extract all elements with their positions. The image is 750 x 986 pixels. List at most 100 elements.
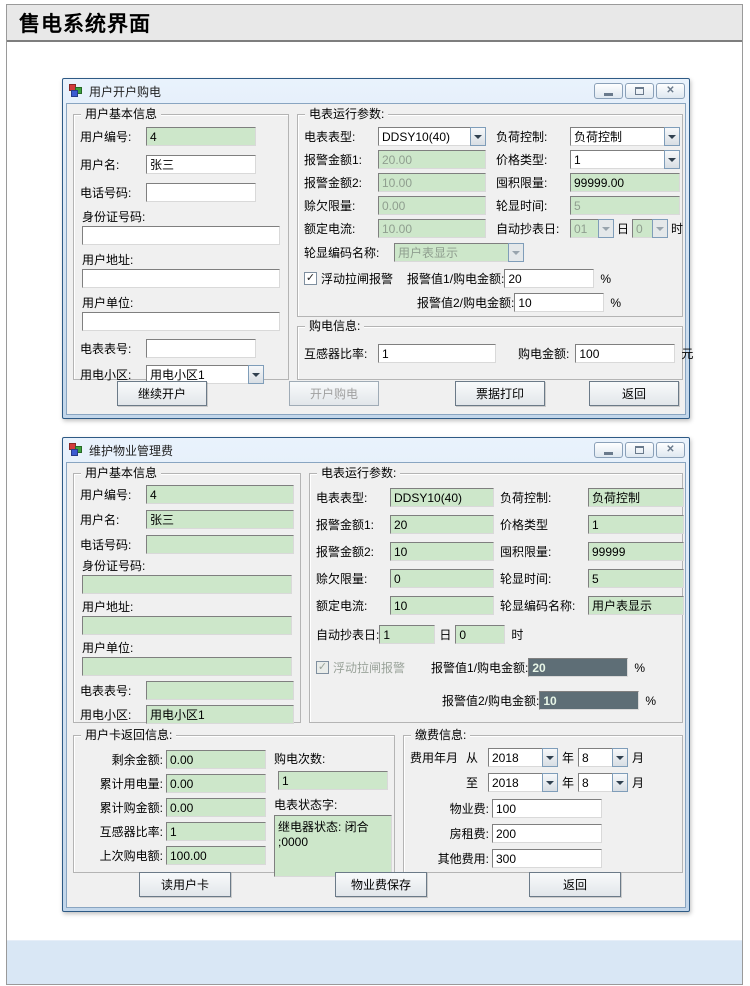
property-fee-input[interactable] — [492, 799, 602, 818]
from-year-value[interactable] — [488, 748, 542, 767]
maximize-button[interactable] — [625, 442, 654, 458]
load-control-value[interactable] — [570, 127, 664, 146]
dropdown-arrow-icon[interactable] — [664, 127, 680, 146]
district-input[interactable] — [146, 705, 294, 724]
cycle-code-value[interactable] — [394, 243, 508, 262]
phone-input[interactable] — [146, 183, 256, 202]
maximize-button[interactable] — [625, 83, 654, 99]
price-type-value[interactable] — [570, 150, 664, 169]
ct-ratio-input[interactable] — [166, 822, 266, 841]
total-amount-input[interactable] — [166, 798, 266, 817]
alarm-ratio1-input[interactable] — [504, 269, 594, 288]
user-name-input[interactable] — [146, 510, 294, 529]
meter-type-value[interactable] — [378, 127, 470, 146]
dropdown-arrow-icon[interactable] — [470, 127, 486, 146]
back-button[interactable]: 返回 — [589, 381, 679, 406]
ct-ratio-input[interactable] — [378, 344, 496, 363]
auto-read-hour-select[interactable] — [632, 219, 668, 238]
price-type-input[interactable] — [588, 515, 684, 534]
total-energy-input[interactable] — [166, 774, 266, 793]
save-property-fee-button[interactable]: 物业费保存 — [335, 872, 427, 897]
hoard-limit-input[interactable] — [588, 542, 684, 561]
dropdown-arrow-icon[interactable] — [508, 243, 524, 262]
open-purchase-button[interactable]: 开户购电 — [289, 381, 379, 406]
minimize-button[interactable] — [594, 83, 623, 99]
last-buy-input[interactable] — [166, 846, 266, 865]
dropdown-arrow-icon[interactable] — [542, 748, 558, 767]
id-no-input[interactable] — [82, 575, 292, 594]
to-month-select[interactable] — [578, 773, 628, 792]
meter-no-input[interactable] — [146, 339, 256, 358]
user-no-input[interactable] — [146, 485, 294, 504]
phone-input[interactable] — [146, 535, 294, 554]
percent-label: % — [645, 694, 656, 708]
to-month-value[interactable] — [578, 773, 612, 792]
auto-read-day-select[interactable] — [570, 219, 614, 238]
alarm-ratio2-input[interactable] — [514, 293, 604, 312]
continue-open-button[interactable]: 继续开户 — [117, 381, 207, 406]
auto-read-hour-input[interactable] — [455, 625, 505, 644]
dropdown-arrow-icon[interactable] — [652, 219, 668, 238]
window-controls: ✕ — [594, 442, 685, 458]
alarm-ratio1-input[interactable] — [528, 658, 628, 677]
alarm-amount2-input[interactable] — [378, 173, 486, 192]
alarm-amount1-input[interactable] — [378, 150, 486, 169]
dropdown-arrow-icon[interactable] — [248, 365, 264, 384]
rated-current-input[interactable] — [390, 596, 494, 615]
other-fee-input[interactable] — [492, 849, 602, 868]
titlebar[interactable]: 维护物业管理费 ✕ — [63, 438, 689, 461]
alarm-amount2-input[interactable] — [390, 542, 494, 561]
dropdown-arrow-icon[interactable] — [542, 773, 558, 792]
float-alarm-checkbox[interactable]: ✓ — [316, 661, 329, 674]
hoard-limit-input[interactable] — [570, 173, 680, 192]
user-name-input[interactable] — [146, 155, 256, 174]
alarm-amount1-input[interactable] — [390, 515, 494, 534]
rated-current-input[interactable] — [378, 219, 486, 238]
dropdown-arrow-icon[interactable] — [612, 773, 628, 792]
address-label: 用户地址: — [82, 598, 292, 615]
from-month-value[interactable] — [578, 748, 612, 767]
minimize-button[interactable] — [594, 442, 623, 458]
titlebar[interactable]: 用户开户购电 ✕ — [63, 79, 689, 102]
back-button[interactable]: 返回 — [529, 872, 621, 897]
auto-read-day-input[interactable] — [379, 625, 435, 644]
id-no-input[interactable] — [82, 226, 280, 245]
close-button[interactable]: ✕ — [656, 442, 685, 458]
meter-no-label: 电表表号: — [80, 340, 146, 357]
meter-no-input[interactable] — [146, 681, 294, 700]
dropdown-arrow-icon[interactable] — [612, 748, 628, 767]
dropdown-arrow-icon[interactable] — [598, 219, 614, 238]
unit-input[interactable] — [82, 312, 280, 331]
meter-type-select[interactable] — [378, 127, 486, 146]
dropdown-arrow-icon[interactable] — [664, 150, 680, 169]
rent-fee-input[interactable] — [492, 824, 602, 843]
address-input[interactable] — [82, 616, 292, 635]
cycle-code-input[interactable] — [588, 596, 684, 615]
price-type-select[interactable] — [570, 150, 680, 169]
remaining-input[interactable] — [166, 750, 266, 769]
auto-read-day-value[interactable] — [570, 219, 598, 238]
credit-limit-input[interactable] — [378, 196, 486, 215]
read-card-button[interactable]: 读用户卡 — [139, 872, 231, 897]
cycle-time-input[interactable] — [570, 196, 680, 215]
cycle-time-input[interactable] — [588, 569, 684, 588]
load-control-select[interactable] — [570, 127, 680, 146]
address-input[interactable] — [82, 269, 280, 288]
auto-read-hour-value[interactable] — [632, 219, 652, 238]
buy-amount-input[interactable] — [575, 344, 675, 363]
close-button[interactable]: ✕ — [656, 83, 685, 99]
load-control-input[interactable] — [588, 488, 684, 507]
from-year-select[interactable] — [488, 748, 558, 767]
print-receipt-button[interactable]: 票据打印 — [455, 381, 545, 406]
meter-type-input[interactable] — [390, 488, 494, 507]
unit-input[interactable] — [82, 657, 292, 676]
cycle-code-select[interactable] — [394, 243, 524, 262]
credit-limit-input[interactable] — [390, 569, 494, 588]
to-year-select[interactable] — [488, 773, 558, 792]
alarm-ratio2-input[interactable] — [539, 691, 639, 710]
user-no-input[interactable] — [146, 127, 256, 146]
float-alarm-checkbox[interactable]: ✓ — [304, 272, 317, 285]
from-month-select[interactable] — [578, 748, 628, 767]
to-year-value[interactable] — [488, 773, 542, 792]
buy-times-input[interactable] — [278, 771, 388, 790]
